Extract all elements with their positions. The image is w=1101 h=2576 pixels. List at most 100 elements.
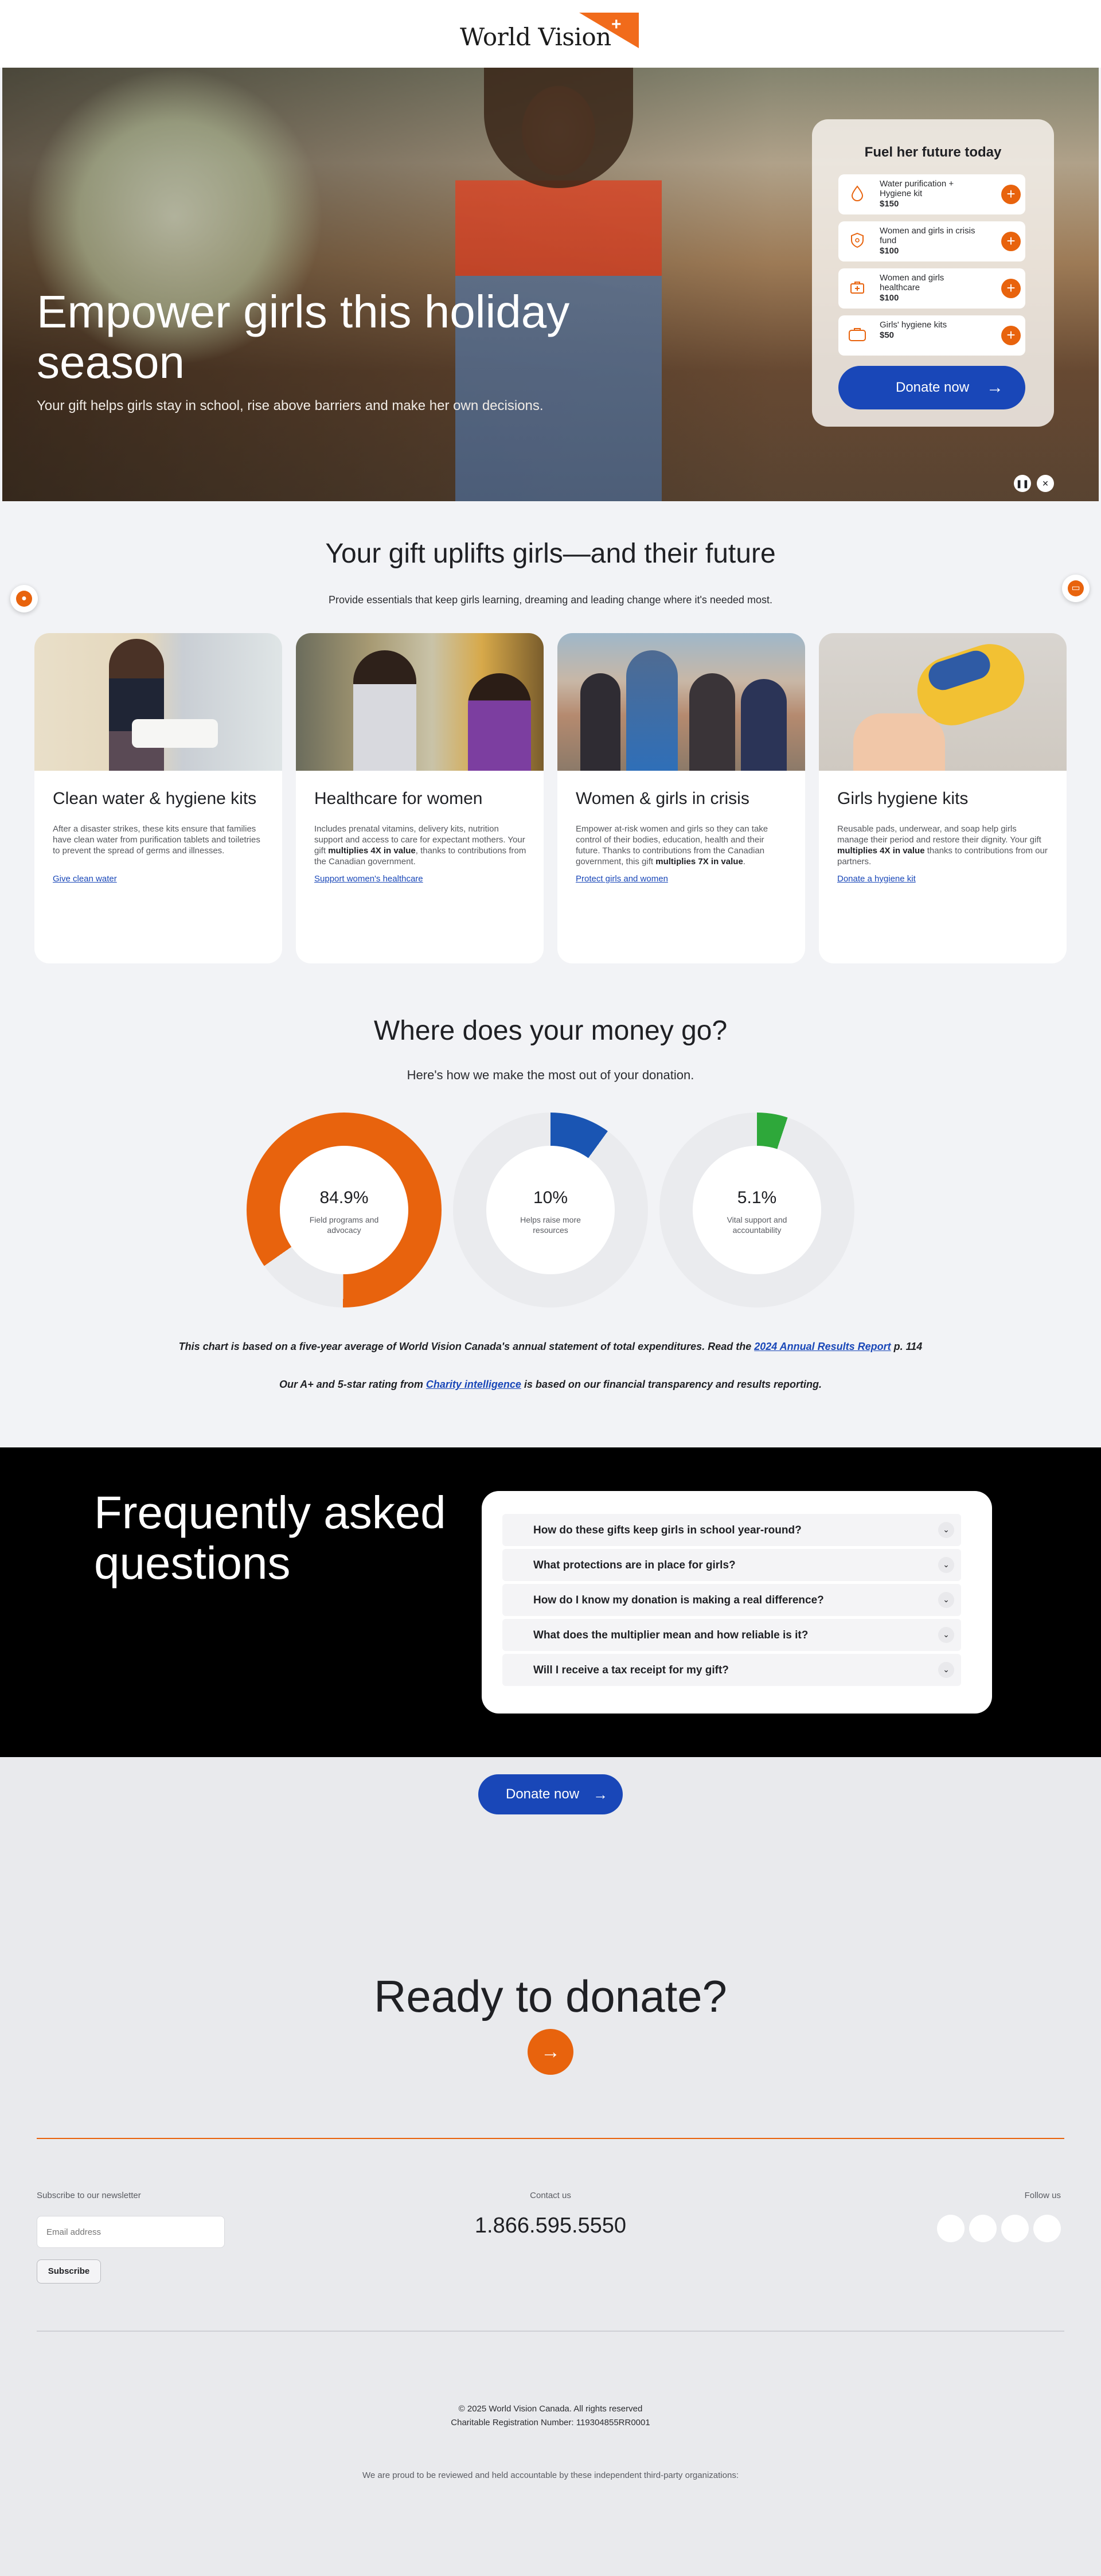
phone-number[interactable]: 1.866.595.5550 <box>0 2214 1101 2238</box>
site-header: World Vision + <box>0 0 1101 68</box>
faq-title: Frequently asked questions <box>94 1487 446 1588</box>
footer-area: Donate now → Ready to donate? → Subscrib… <box>0 1757 1101 2576</box>
hero-donate-button[interactable]: Donate now → <box>838 366 1025 409</box>
mute-icon[interactable]: ✕ <box>1037 475 1054 492</box>
chevron-down-icon: ⌄ <box>938 1557 954 1573</box>
pause-icon[interactable]: ❚❚ <box>1014 475 1031 492</box>
gift-option-price: $100 <box>880 246 899 256</box>
gift-option-price: $100 <box>880 293 899 303</box>
hero-donate-label: Donate now <box>896 380 970 395</box>
water-drop-icon <box>848 185 867 204</box>
faq-item[interactable]: How do I know my donation is making a re… <box>502 1584 961 1616</box>
donut-label: Vital support and accountability <box>727 1215 787 1235</box>
gift-card-crisis: Women & girls in crisis Empower at-risk … <box>557 633 805 963</box>
hero-banner: Empower girls this holiday season Your g… <box>2 68 1099 501</box>
gift-option-hygiene[interactable]: Girls' hygiene kits $50 + <box>838 315 1025 356</box>
gift-option-label: Water purification + Hygiene kit $150 <box>880 179 977 209</box>
support-healthcare-link[interactable]: Support women's healthcare <box>314 874 526 884</box>
donut-value: 10% <box>533 1188 568 1207</box>
card-photo-water <box>34 633 282 771</box>
donut-center: 10% Helps raise more resources <box>486 1146 615 1274</box>
reviewed-text: We are proud to be reviewed and held acc… <box>362 2470 739 2480</box>
facebook-icon[interactable] <box>937 2215 965 2242</box>
faq-item[interactable]: How do these gifts keep girls in school … <box>502 1514 961 1546</box>
chat-icon: ▭ <box>1068 580 1084 596</box>
faq-question: How do I know my donation is making a re… <box>533 1594 824 1606</box>
footer-divider <box>37 2138 1064 2139</box>
follow-label: Follow us <box>1024 2191 1061 2200</box>
donate-hygiene-kit-link[interactable]: Donate a hygiene kit <box>837 874 1049 884</box>
charity-intelligence-link[interactable]: Charity intelligence <box>426 1379 521 1390</box>
gift-option-healthcare[interactable]: Women and girls healthcare $100 + <box>838 268 1025 309</box>
card-title: Girls hygiene kits <box>837 789 969 808</box>
gifts-subtitle: Provide essentials that keep girls learn… <box>329 594 772 606</box>
donut-center: 5.1% Vital support and accountability <box>693 1146 821 1274</box>
faq-item[interactable]: What protections are in place for girls?… <box>502 1549 961 1581</box>
rating-note: Our A+ and 5-star rating from Charity in… <box>279 1379 822 1390</box>
donut-chart-raise-resources: 10% Helps raise more resources <box>453 1113 648 1307</box>
annual-report-link[interactable]: 2024 Annual Results Report <box>754 1341 891 1352</box>
card-photo-crisis <box>557 633 805 771</box>
gift-option-water[interactable]: Water purification + Hygiene kit $150 + <box>838 174 1025 214</box>
cookie-icon: ● <box>16 591 32 607</box>
ready-to-donate-title: Ready to donate? <box>374 1971 727 2021</box>
world-vision-logo[interactable]: World Vision + <box>460 13 641 53</box>
give-clean-water-link[interactable]: Give clean water <box>53 874 265 884</box>
add-gift-button[interactable]: + <box>1001 185 1021 204</box>
cookie-settings-button[interactable]: ● <box>10 585 38 612</box>
add-gift-button[interactable]: + <box>1001 279 1021 298</box>
footer-divider-bottom <box>37 2331 1064 2332</box>
expenditure-note: This chart is based on a five-year avera… <box>178 1341 923 1352</box>
gift-card-water: Clean water & hygiene kits After a disas… <box>34 633 282 963</box>
donut-label: Field programs and advocacy <box>309 1215 379 1235</box>
protect-girls-link[interactable]: Protect girls and women <box>576 874 788 884</box>
faq-question: What protections are in place for girls? <box>533 1559 736 1571</box>
arrow-right-icon: → <box>541 2041 560 2063</box>
card-photo-healthcare <box>296 633 544 771</box>
youtube-icon[interactable] <box>1001 2215 1029 2242</box>
card-description: Reusable pads, underwear, and soap help … <box>837 824 1048 867</box>
card-photo-hygiene <box>819 633 1067 771</box>
instagram-icon[interactable] <box>969 2215 997 2242</box>
gift-option-crisis[interactable]: Women and girls in crisis fund $100 + <box>838 221 1025 261</box>
copyright-text: © 2025 World Vision Canada. All rights r… <box>458 2404 643 2414</box>
gift-option-label: Women and girls in crisis fund $100 <box>880 226 977 256</box>
gifts-title: Your gift uplifts girls—and their future <box>325 538 776 569</box>
gift-option-price: $50 <box>880 330 895 340</box>
linkedin-icon[interactable] <box>1033 2215 1061 2242</box>
add-gift-button[interactable]: + <box>1001 232 1021 251</box>
faq-item[interactable]: What does the multiplier mean and how re… <box>502 1619 961 1651</box>
faq-item[interactable]: Will I receive a tax receipt for my gift… <box>502 1654 961 1686</box>
hygiene-bag-icon <box>848 326 867 345</box>
card-title: Women & girls in crisis <box>576 789 749 808</box>
faq-accordion: How do these gifts keep girls in school … <box>482 1491 992 1714</box>
gift-card-hygiene: Girls hygiene kits Reusable pads, underw… <box>819 633 1067 963</box>
donate-now-button[interactable]: Donate now → <box>478 1774 623 1814</box>
chevron-down-icon: ⌄ <box>938 1522 954 1538</box>
shield-heart-icon <box>848 232 867 251</box>
subscribe-button[interactable]: Subscribe <box>37 2259 101 2284</box>
faq-question: How do these gifts keep girls in school … <box>533 1524 802 1536</box>
arrow-right-icon: → <box>986 378 1004 397</box>
money-title: Where does your money go? <box>373 1016 728 1046</box>
logo-star-icon: + <box>611 15 622 34</box>
gift-card-healthcare: Healthcare for women Includes prenatal v… <box>296 633 544 963</box>
hero-subtitle: Your gift helps girls stay in school, ri… <box>37 398 544 413</box>
donate-now-label: Donate now <box>506 1786 580 1802</box>
faq-question: What does the multiplier mean and how re… <box>533 1629 809 1641</box>
chat-button[interactable]: ▭ <box>1062 575 1090 602</box>
card-description: Empower at-risk women and girls so they … <box>576 824 768 867</box>
add-gift-button[interactable]: + <box>1001 326 1021 345</box>
chevron-down-icon: ⌄ <box>938 1662 954 1678</box>
donut-chart-field-programs: 84.9% Field programs and advocacy <box>247 1113 442 1307</box>
faq-section: Frequently asked questions How do these … <box>0 1447 1101 1757</box>
logo-mark-icon <box>579 13 639 48</box>
registration-text: Charitable Registration Number: 11930485… <box>451 2418 650 2427</box>
donut-value: 84.9% <box>319 1188 369 1207</box>
donut-chart-support: 5.1% Vital support and accountability <box>659 1113 854 1307</box>
donut-center: 84.9% Field programs and advocacy <box>280 1146 408 1274</box>
donut-value: 5.1% <box>737 1188 777 1207</box>
card-title: Clean water & hygiene kits <box>53 789 257 808</box>
ready-to-donate-button[interactable]: → <box>528 2029 573 2075</box>
contact-label: Contact us <box>530 2191 571 2200</box>
